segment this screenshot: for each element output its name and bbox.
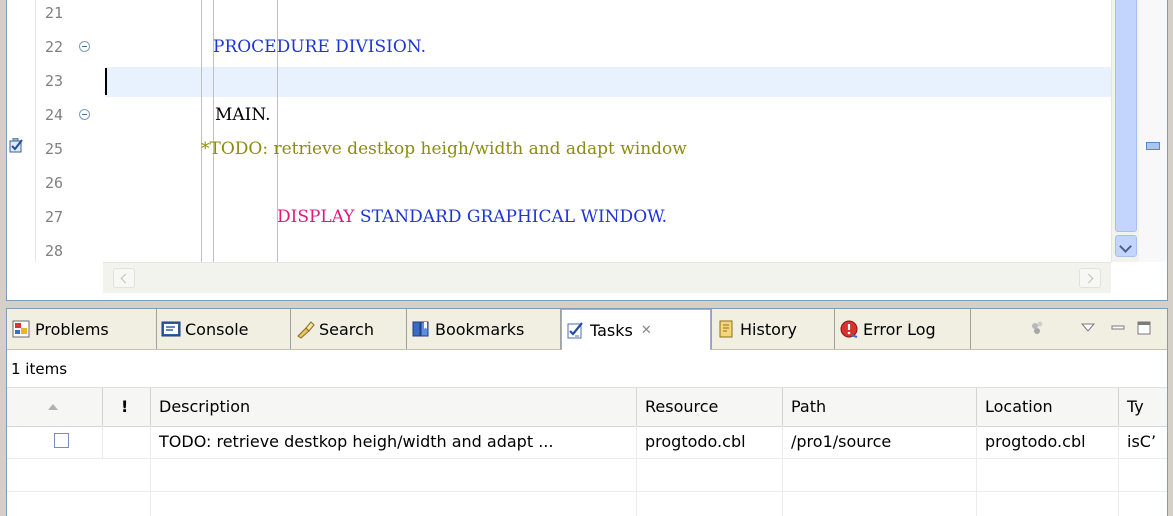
completed-cell: [7, 426, 103, 458]
error-log-icon: [840, 320, 858, 338]
table-row-empty: [7, 459, 1167, 492]
column-header-description[interactable]: Description: [151, 388, 637, 426]
column-header-location[interactable]: Location: [977, 388, 1119, 426]
problems-icon: [12, 320, 30, 338]
line-number: 28: [45, 242, 64, 260]
line-number: 24: [45, 106, 64, 124]
text-caret: [105, 68, 107, 95]
empty-cell: [783, 459, 977, 491]
bookmarks-icon: [412, 321, 429, 337]
empty-cell: [637, 459, 783, 491]
tasks-icon: [567, 322, 583, 339]
history-icon: [719, 320, 733, 338]
annotation-ruler: [7, 0, 36, 262]
empty-cell: [7, 492, 151, 516]
resource-cell: progtodo.cbl: [637, 426, 783, 458]
vertical-scroll-thumb[interactable]: [1115, 0, 1137, 232]
maximize-icon[interactable]: [1133, 317, 1155, 339]
minimize-icon[interactable]: [1107, 317, 1129, 339]
table-row-empty: [7, 492, 1167, 516]
tab-label: Bookmarks: [435, 319, 525, 339]
tab-label: Tasks: [590, 320, 633, 340]
display-args: STANDARD GRAPHICAL WINDOW.: [354, 207, 668, 227]
code-area[interactable]: PROCEDURE DIVISION. MAIN. *TODO: retriev…: [105, 0, 1111, 262]
horizontal-scrollbar[interactable]: [103, 262, 1111, 293]
close-tab-icon[interactable]: ✕: [641, 323, 652, 338]
priority-cell: [103, 426, 151, 458]
collapse-fold-icon[interactable]: [79, 109, 90, 120]
column-header-resource[interactable]: Resource: [637, 388, 783, 426]
code-line-22: PROCEDURE DIVISION.: [213, 37, 426, 57]
tab-bookmarks[interactable]: Bookmarks: [407, 309, 561, 349]
empty-cell: [783, 492, 977, 516]
tab-label: Console: [185, 319, 249, 339]
tab-label: Error Log: [863, 319, 936, 339]
tab-label: Search: [319, 319, 374, 339]
column-header-priority[interactable]: !: [103, 388, 151, 426]
tab-console[interactable]: Console: [157, 309, 291, 349]
column-header-type[interactable]: Ty: [1119, 388, 1167, 426]
code-line-27: DISPLAY STANDARD GRAPHICAL WINDOW.: [277, 204, 667, 230]
code-line-25-comment: *TODO: retrieve destkop heigh/width and …: [201, 139, 687, 159]
task-checkbox-icon[interactable]: [9, 138, 24, 153]
column-header-path[interactable]: Path: [783, 388, 977, 426]
view-menu-icon[interactable]: [1077, 317, 1099, 339]
table-row[interactable]: TODO: retrieve destkop heigh/width and a…: [7, 426, 1167, 459]
empty-cell: [977, 492, 1119, 516]
sort-ascending-icon: [48, 404, 58, 410]
console-icon: [161, 321, 181, 337]
display-keyword: DISPLAY: [277, 207, 355, 227]
scroll-left-button[interactable]: [113, 268, 135, 288]
tab-search[interactable]: Search: [291, 309, 407, 349]
tab-label: History: [740, 319, 797, 339]
column-header-completed[interactable]: [7, 388, 103, 426]
overview-ruler[interactable]: [1139, 0, 1167, 262]
empty-cell: [977, 459, 1119, 491]
vertical-scrollbar[interactable]: [1111, 0, 1140, 262]
view-tab-bar: Problems Console Search Bookmarks Tasks …: [7, 309, 1167, 350]
task-completed-checkbox[interactable]: [54, 433, 69, 448]
collapse-fold-icon[interactable]: [79, 41, 90, 52]
line-number: 25: [45, 140, 64, 158]
empty-cell: [637, 492, 783, 516]
tasks-view-panel: Problems Console Search Bookmarks Tasks …: [6, 308, 1168, 516]
code-line-24: MAIN.: [215, 105, 271, 125]
line-number-gutter: 21 22 23 24 25 26 27 28: [35, 0, 105, 262]
view-options-icon[interactable]: [1027, 317, 1049, 339]
line-number: 23: [45, 72, 64, 90]
type-cell: isC’: [1127, 432, 1157, 451]
line-number: 26: [45, 174, 64, 192]
tab-label: Problems: [35, 319, 109, 339]
tab-problems[interactable]: Problems: [7, 309, 157, 349]
current-line-highlight: [105, 67, 1111, 97]
line-number: 22: [45, 38, 64, 56]
items-count-status: 1 items: [7, 350, 1167, 388]
location-cell: progtodo.cbl: [977, 426, 1119, 458]
line-number: 21: [45, 4, 64, 22]
tasks-table-header: ! Description Resource Path Location Ty: [7, 388, 1167, 427]
scroll-right-button[interactable]: [1079, 268, 1101, 288]
scroll-down-button[interactable]: [1115, 235, 1137, 257]
overview-task-marker[interactable]: [1146, 142, 1160, 150]
tab-error-log[interactable]: Error Log: [835, 309, 971, 349]
empty-cell: [7, 459, 151, 491]
description-cell: TODO: retrieve destkop heigh/width and a…: [151, 426, 637, 458]
indent-guide: [201, 0, 202, 262]
empty-cell: [151, 492, 637, 516]
search-flashlight-icon: [297, 321, 315, 339]
tab-history[interactable]: History: [711, 309, 835, 349]
empty-cell: [151, 459, 637, 491]
code-editor[interactable]: 21 22 23 24 25 26 27 28 PROCEDURE DIVISI…: [6, 0, 1168, 301]
tab-tasks[interactable]: Tasks ✕: [561, 309, 711, 350]
path-cell: /pro1/source: [783, 426, 977, 458]
line-number: 27: [45, 208, 64, 226]
